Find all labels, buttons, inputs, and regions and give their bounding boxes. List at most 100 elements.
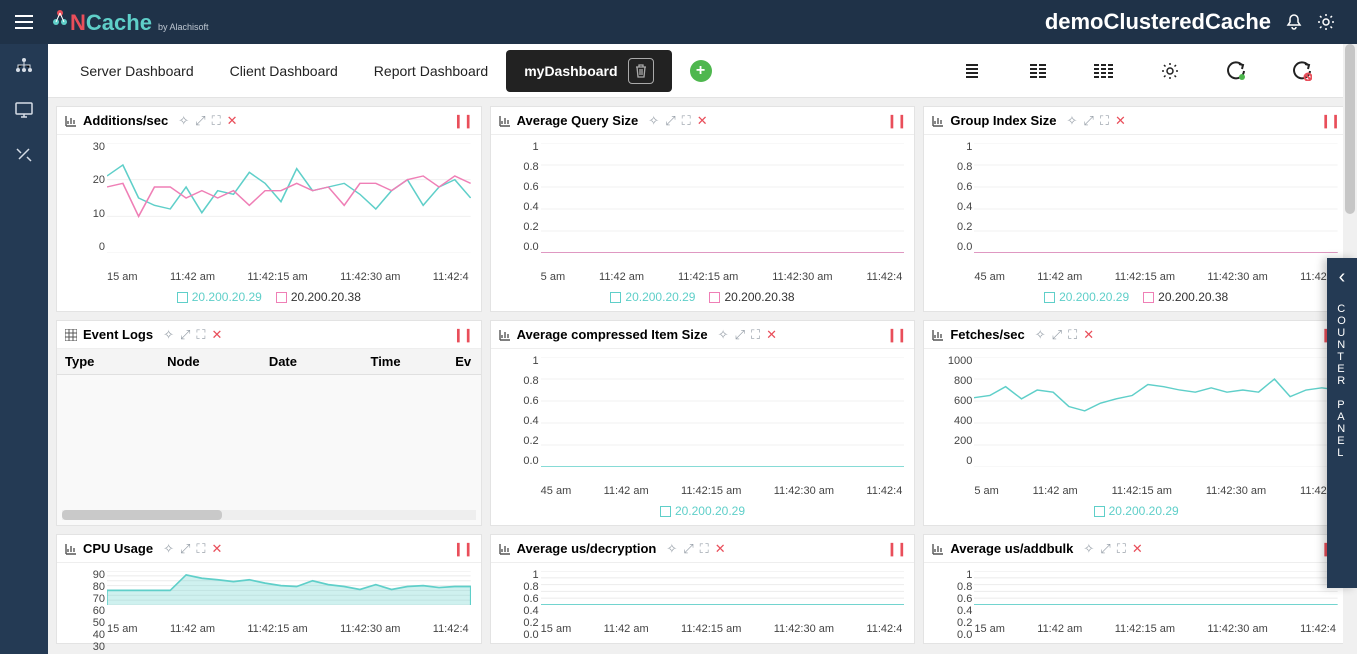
card-c5: Fetches/sec ✧ ⤢ ⛶ ✕ ❙❙ 10008006004002000… (923, 320, 1349, 526)
y-axis: 10.80.60.40.20.0 (497, 355, 539, 467)
tab-mydashboard[interactable]: myDashboard (506, 50, 671, 92)
chart-icon (499, 115, 511, 127)
chart-legend: 20.200.20.2920.200.20.38 (928, 287, 1344, 307)
layout-3col-button[interactable] (1093, 60, 1115, 82)
sidebar-item-tools[interactable] (14, 144, 34, 164)
chart-icon (65, 115, 77, 127)
chart-icon (499, 543, 511, 555)
delete-dashboard-button[interactable] (628, 58, 654, 84)
wand-icon[interactable]: ✧ (718, 327, 729, 343)
x-axis: 5 am11:42 am11:42:15 am11:42:30 am11:42:… (495, 271, 911, 287)
close-icon[interactable]: ✕ (697, 113, 708, 129)
refresh-stop-button[interactable] (1291, 60, 1313, 82)
plot-area (974, 571, 1338, 605)
sidebar-item-cluster[interactable] (14, 56, 34, 76)
tab-client-dashboard[interactable]: Client Dashboard (212, 55, 356, 87)
fullscreen-icon[interactable]: ⛶ (751, 327, 760, 343)
dashboard-content: Additions/sec ✧ ⤢ ⛶ ✕ ❙❙ 3020100 15 am11… (48, 98, 1357, 654)
fullscreen-icon[interactable]: ⛶ (700, 541, 709, 557)
scrollbar-thumb[interactable] (1345, 44, 1355, 214)
refresh-ok-button[interactable] (1225, 60, 1247, 82)
plot-area (541, 143, 905, 253)
pause-icon[interactable]: ❙❙ (1320, 113, 1340, 129)
close-icon[interactable]: ✕ (766, 327, 777, 343)
expand-icon[interactable]: ⤢ (1100, 541, 1110, 557)
brand-logo: NCache by Alachisoft (52, 8, 208, 36)
y-axis: 10008006004002000 (930, 355, 972, 467)
plot-area (107, 143, 471, 253)
card-header: Fetches/sec ✧ ⤢ ⛶ ✕ ❙❙ (924, 321, 1348, 349)
expand-icon[interactable]: ⤢ (195, 113, 205, 129)
fullscreen-icon[interactable]: ⛶ (196, 541, 205, 557)
card-header: Additions/sec ✧ ⤢ ⛶ ✕ ❙❙ (57, 107, 481, 135)
plot-area (974, 357, 1338, 467)
pause-icon[interactable]: ❙❙ (887, 113, 907, 129)
chart-body: 3020100 15 am11:42 am11:42:15 am11:42:30… (57, 135, 481, 311)
card-title: Fetches/sec (950, 327, 1024, 342)
close-icon[interactable]: ✕ (227, 113, 238, 129)
x-axis: 45 am11:42 am11:42:15 am11:42:30 am11:42… (495, 485, 911, 501)
fullscreen-icon[interactable]: ⛶ (196, 327, 205, 343)
sidebar-item-monitor[interactable] (14, 100, 34, 120)
wand-icon[interactable]: ✧ (163, 327, 174, 343)
close-icon[interactable]: ✕ (1083, 327, 1094, 343)
layout-1col-button[interactable] (961, 60, 983, 82)
fullscreen-icon[interactable]: ⛶ (682, 113, 691, 129)
wand-icon[interactable]: ✧ (163, 541, 174, 557)
expand-icon[interactable]: ⤢ (180, 327, 190, 343)
add-dashboard-button[interactable]: + (690, 60, 712, 82)
tab-report-dashboard[interactable]: Report Dashboard (356, 55, 506, 87)
close-icon[interactable]: ✕ (1132, 541, 1143, 557)
top-bar: NCache by Alachisoft demoClusteredCache (0, 0, 1357, 44)
pause-icon[interactable]: ❙❙ (887, 327, 907, 343)
close-icon[interactable]: ✕ (212, 541, 223, 557)
expand-icon[interactable]: ⤢ (683, 541, 693, 557)
x-axis: 15 am11:42 am11:42:15 am11:42:30 am11:42… (61, 623, 477, 639)
card-header: Average compressed Item Size ✧ ⤢ ⛶ ✕ ❙❙ (491, 321, 915, 349)
fullscreen-icon[interactable]: ⛶ (1100, 113, 1109, 129)
tab-server-dashboard[interactable]: Server Dashboard (62, 55, 212, 87)
chevron-left-icon: ‹ (1339, 266, 1346, 289)
fullscreen-icon[interactable]: ⛶ (1068, 327, 1077, 343)
expand-icon[interactable]: ⤢ (1083, 113, 1093, 129)
wand-icon[interactable]: ✧ (666, 541, 677, 557)
card-c4: Average compressed Item Size ✧ ⤢ ⛶ ✕ ❙❙ … (490, 320, 916, 526)
x-axis: 15 am11:42 am11:42:15 am11:42:30 am11:42… (495, 623, 911, 639)
wand-icon[interactable]: ✧ (648, 113, 659, 129)
close-icon[interactable]: ✕ (212, 327, 223, 343)
fullscreen-icon[interactable]: ⛶ (1117, 541, 1126, 557)
counter-panel-toggle[interactable]: ‹ COUNTER PANEL (1327, 258, 1357, 588)
expand-icon[interactable]: ⤢ (735, 327, 745, 343)
card-header: Average us/decryption ✧ ⤢ ⛶ ✕ ❙❙ (491, 535, 915, 563)
wand-icon[interactable]: ✧ (1035, 327, 1046, 343)
card-c6: CPU Usage ✧ ⤢ ⛶ ✕ ❙❙ 9080706050403020 15… (56, 534, 482, 644)
close-icon[interactable]: ✕ (1115, 113, 1126, 129)
wand-icon[interactable]: ✧ (178, 113, 189, 129)
chart-body: 10.80.60.40.20.0 45 am11:42 am11:42:15 a… (924, 135, 1348, 311)
pause-icon[interactable]: ❙❙ (453, 113, 473, 129)
expand-icon[interactable]: ⤢ (665, 113, 675, 129)
horizontal-scrollbar[interactable] (62, 510, 476, 520)
expand-icon[interactable]: ⤢ (1052, 327, 1062, 343)
scrollbar-thumb[interactable] (62, 510, 222, 520)
hamburger-menu[interactable] (0, 0, 48, 44)
gear-icon[interactable] (1317, 13, 1335, 31)
pause-icon[interactable]: ❙❙ (453, 327, 473, 343)
cache-name: demoClusteredCache (1045, 9, 1271, 35)
chart-icon (65, 543, 77, 555)
pause-icon[interactable]: ❙❙ (453, 541, 473, 557)
card-title: CPU Usage (83, 541, 153, 556)
wand-icon[interactable]: ✧ (1067, 113, 1078, 129)
fullscreen-icon[interactable]: ⛶ (212, 113, 221, 129)
chart-icon (932, 115, 944, 127)
close-icon[interactable]: ✕ (715, 541, 726, 557)
chart-icon (932, 329, 944, 341)
y-axis: 9080706050403020 (63, 569, 105, 605)
pause-icon[interactable]: ❙❙ (887, 541, 907, 557)
wand-icon[interactable]: ✧ (1083, 541, 1094, 557)
settings-button[interactable] (1159, 60, 1181, 82)
plot-area (974, 143, 1338, 253)
bell-icon[interactable] (1285, 13, 1303, 31)
expand-icon[interactable]: ⤢ (180, 541, 190, 557)
layout-2col-button[interactable] (1027, 60, 1049, 82)
